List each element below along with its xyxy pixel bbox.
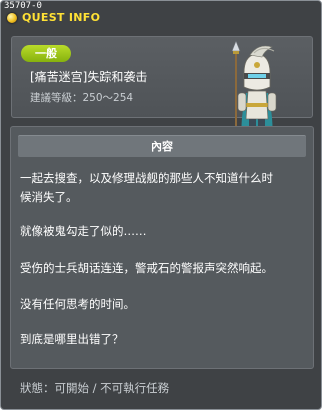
recommended-level: 建議等級：250～254 (30, 92, 134, 104)
content-heading: 內容 (18, 135, 306, 157)
description-line: 到底是哪里出错了？ (20, 332, 124, 346)
quest-name: [痛苦迷宫]失踪和袭击 (30, 70, 148, 84)
quest-header-card: 一般 [痛苦迷宫]失踪和袭击 建議等級：250～254 (11, 36, 313, 143)
quest-coin-icon (7, 13, 17, 23)
description-line: 受伤的士兵胡话连连，警戒石的警报声突然响起。 (20, 261, 273, 275)
title-bar[interactable]: 35707-0 QUEST INFO (1, 1, 321, 27)
description-line: 一起去搜查，以及修理战舰的那些人不知道什么时 (20, 171, 273, 185)
window-title: QUEST INFO (22, 11, 101, 24)
description-line: 候消失了。 (20, 190, 78, 204)
description-line: 没有任何思考的时间。 (20, 297, 135, 311)
quest-info-window: 35707-0 QUEST INFO 一般 [痛苦迷宫]失踪和袭击 建議等級：2… (0, 0, 322, 410)
quest-category-badge: 一般 (21, 45, 71, 62)
description-line: 就像被鬼勾走了似的…… (20, 224, 147, 238)
quest-id: 35707-0 (4, 1, 42, 11)
quest-status: 狀態：可開始 / 不可執行任務 (20, 381, 170, 395)
